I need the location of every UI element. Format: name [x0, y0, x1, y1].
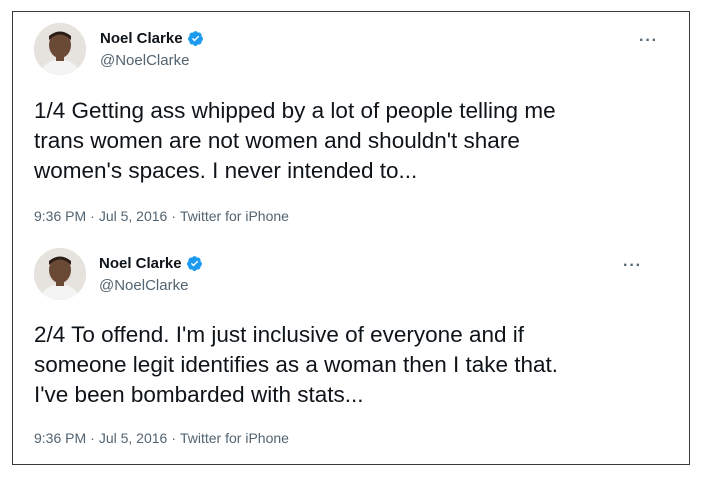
- tweet-date[interactable]: Jul 5, 2016: [99, 208, 168, 224]
- meta-separator: ·: [90, 430, 95, 446]
- tweet-time[interactable]: 9:36 PM: [34, 430, 86, 446]
- meta-separator: ·: [90, 208, 95, 224]
- meta-separator: ·: [171, 430, 176, 446]
- author-handle[interactable]: @NoelClarke: [99, 277, 188, 294]
- tweet-meta: 9:36 PM · Jul 5, 2016 · Twitter for iPho…: [34, 208, 289, 224]
- author-name[interactable]: Noel Clarke: [99, 255, 182, 272]
- author-name[interactable]: Noel Clarke: [100, 30, 183, 47]
- tweet-thread-frame: Noel Clarke @NoelClarke ··· 1/4 Getting …: [12, 11, 690, 465]
- verified-badge-icon: [186, 255, 203, 272]
- avatar[interactable]: [34, 23, 86, 75]
- tweet-text: 1/4 Getting ass whipped by a lot of peop…: [34, 98, 556, 183]
- more-options-icon[interactable]: ···: [623, 258, 642, 274]
- tweet-text: 2/4 To offend. I'm just inclusive of eve…: [34, 322, 559, 407]
- more-options-icon[interactable]: ···: [639, 33, 658, 49]
- verified-badge-icon: [187, 30, 204, 47]
- meta-separator: ·: [171, 208, 176, 224]
- tweet-2[interactable]: Noel Clarke @NoelClarke ··· 2/4 To offen…: [13, 237, 689, 465]
- tweet-source[interactable]: Twitter for iPhone: [180, 430, 289, 446]
- author-handle[interactable]: @NoelClarke: [100, 52, 189, 69]
- avatar-portrait-icon: [34, 23, 86, 75]
- avatar-portrait-icon: [34, 248, 86, 300]
- tweet-date[interactable]: Jul 5, 2016: [99, 430, 168, 446]
- tweet-source[interactable]: Twitter for iPhone: [180, 208, 289, 224]
- tweet-1[interactable]: Noel Clarke @NoelClarke ··· 1/4 Getting …: [13, 12, 689, 237]
- tweet-time[interactable]: 9:36 PM: [34, 208, 86, 224]
- author-name-row: Noel Clarke: [99, 255, 203, 272]
- author-name-row: Noel Clarke: [100, 30, 204, 47]
- tweet-meta: 9:36 PM · Jul 5, 2016 · Twitter for iPho…: [34, 430, 289, 446]
- avatar[interactable]: [34, 248, 86, 300]
